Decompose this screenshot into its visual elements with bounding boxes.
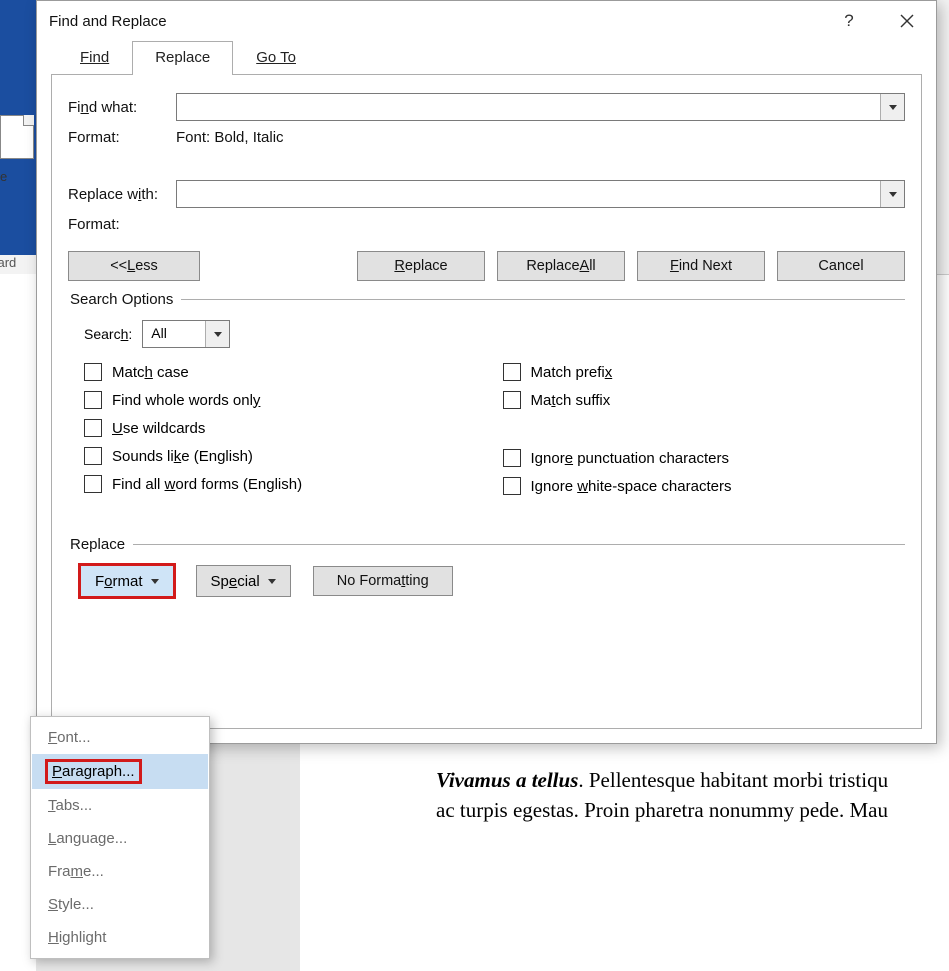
tab-replace[interactable]: Replace — [132, 41, 233, 75]
check-label: Find all word forms (English) — [112, 476, 302, 493]
paste-label-fragment: e — [0, 169, 7, 184]
menu-item-highlight[interactable]: Highlight — [32, 921, 208, 954]
tab-find[interactable]: Find — [57, 41, 132, 75]
dialog-panel: Find what: Format: Font: Bold, Italic Re… — [51, 75, 922, 729]
check-match-case[interactable]: Match case — [84, 358, 487, 386]
special-menu-button[interactable]: Special — [196, 565, 291, 597]
checkbox-col-left: Match case Find whole words only Use wil… — [68, 358, 487, 500]
replace-with-row: Replace with: — [68, 180, 905, 208]
search-options-group: Search Options Search: All Match case Fi… — [68, 291, 905, 500]
doc-text-line2: ac turpis egestas. Proin pharetra nonumm… — [436, 798, 888, 822]
tab-goto[interactable]: Go To — [233, 41, 319, 75]
check-label: Match prefix — [531, 364, 613, 381]
chevron-down-icon — [214, 332, 222, 337]
checkbox-icon — [84, 419, 102, 437]
find-what-input[interactable] — [177, 94, 880, 120]
replace-button[interactable]: Replace — [357, 251, 485, 281]
find-format-value: Font: Bold, Italic — [176, 129, 284, 146]
chevron-down-icon — [889, 105, 897, 110]
tab-replace-label: Replace — [155, 49, 210, 66]
find-format-label: Format: — [68, 129, 176, 146]
checkbox-icon — [503, 391, 521, 409]
check-label: Find whole words only — [112, 392, 260, 409]
search-direction-label: Search: — [84, 326, 132, 342]
checkbox-icon — [84, 447, 102, 465]
check-label: Ignore punctuation characters — [531, 450, 729, 467]
find-what-label: Find what: — [68, 99, 176, 116]
help-button[interactable]: ? — [820, 1, 878, 41]
checkbox-icon — [503, 363, 521, 381]
search-direction-value: All — [143, 321, 205, 347]
check-label: Ignore white-space characters — [531, 478, 732, 495]
find-replace-dialog: Find and Replace ? Find Replace Go To Fi… — [36, 0, 937, 744]
replace-legend: Replace — [68, 536, 133, 553]
checkbox-icon — [84, 391, 102, 409]
search-direction-combo[interactable]: All — [142, 320, 230, 348]
no-formatting-button[interactable]: No Formatting — [313, 566, 453, 596]
find-format-row: Format: Font: Bold, Italic — [68, 129, 905, 146]
tab-goto-label: Go To — [256, 49, 296, 66]
find-what-row: Find what: — [68, 93, 905, 121]
checkbox-columns: Match case Find whole words only Use wil… — [68, 358, 905, 500]
dialog-tabs: Find Replace Go To — [37, 41, 936, 75]
search-direction-dropdown[interactable] — [205, 321, 229, 347]
check-sounds-like[interactable]: Sounds like (English) — [84, 442, 487, 470]
replace-bottom-group: Replace Format Special No Formatting — [68, 536, 905, 597]
check-wildcards[interactable]: Use wildcards — [84, 414, 487, 442]
check-label: Sounds like (English) — [112, 448, 253, 465]
menu-item-frame[interactable]: Frame... — [32, 855, 208, 888]
dialog-titlebar: Find and Replace ? — [37, 1, 936, 41]
special-menu-label: Special — [211, 573, 260, 590]
menu-item-paragraph[interactable]: Paragraph... — [32, 754, 208, 789]
format-dropdown-menu: Font... Paragraph... Tabs... Language...… — [30, 716, 210, 959]
checkbox-icon — [84, 475, 102, 493]
close-icon — [900, 14, 914, 28]
menu-item-tabs[interactable]: Tabs... — [32, 789, 208, 822]
replace-with-combo[interactable] — [176, 180, 905, 208]
menu-item-style[interactable]: Style... — [32, 888, 208, 921]
find-next-button[interactable]: Find Next — [637, 251, 765, 281]
check-word-forms[interactable]: Find all word forms (English) — [84, 470, 487, 498]
checkbox-icon — [503, 477, 521, 495]
less-button[interactable]: << Less — [68, 251, 200, 281]
check-label: Match case — [112, 364, 189, 381]
chevron-down-icon — [151, 579, 159, 584]
main-button-row: << Less Replace Replace All Find Next Ca… — [68, 251, 905, 281]
check-whole-words[interactable]: Find whole words only — [84, 386, 487, 414]
replace-with-label: Replace with: — [68, 186, 176, 203]
menu-item-font[interactable]: Font... — [32, 721, 208, 754]
find-what-dropdown[interactable] — [880, 94, 904, 120]
clipboard-group-label: board — [0, 255, 16, 270]
find-what-combo[interactable] — [176, 93, 905, 121]
tab-find-label: Find — [80, 49, 109, 66]
format-menu-label: Format — [95, 573, 143, 590]
checkbox-col-right: Match prefix Match suffix Ignore punctua… — [487, 358, 906, 500]
search-direction-row: Search: All — [68, 318, 905, 358]
replace-with-input[interactable] — [177, 181, 880, 207]
checkbox-icon — [503, 449, 521, 467]
chevron-down-icon — [889, 192, 897, 197]
check-ignore-punct[interactable]: Ignore punctuation characters — [503, 444, 906, 472]
format-menu-button[interactable]: Format — [80, 565, 174, 597]
paste-icon — [0, 115, 34, 159]
replace-all-button[interactable]: Replace All — [497, 251, 625, 281]
close-button[interactable] — [878, 1, 936, 41]
check-ignore-whitespace[interactable]: Ignore white-space characters — [503, 472, 906, 500]
doc-bold-text: Vivamus a tellus — [436, 768, 578, 792]
checkbox-icon — [84, 363, 102, 381]
dialog-title: Find and Replace — [49, 13, 820, 30]
search-options-legend: Search Options — [68, 291, 181, 308]
replace-format-label: Format: — [68, 216, 176, 233]
check-match-prefix[interactable]: Match prefix — [503, 358, 906, 386]
replace-format-row: Format: — [68, 216, 905, 233]
check-match-suffix[interactable]: Match suffix — [503, 386, 906, 414]
replace-with-dropdown[interactable] — [880, 181, 904, 207]
check-label: Use wildcards — [112, 420, 205, 437]
chevron-down-icon — [268, 579, 276, 584]
bottom-button-row: Format Special No Formatting — [68, 565, 905, 597]
check-label: Match suffix — [531, 392, 611, 409]
menu-item-language[interactable]: Language... — [32, 822, 208, 855]
cancel-button[interactable]: Cancel — [777, 251, 905, 281]
doc-text-line1: . Pellentesque habitant morbi tristiqu — [578, 768, 888, 792]
